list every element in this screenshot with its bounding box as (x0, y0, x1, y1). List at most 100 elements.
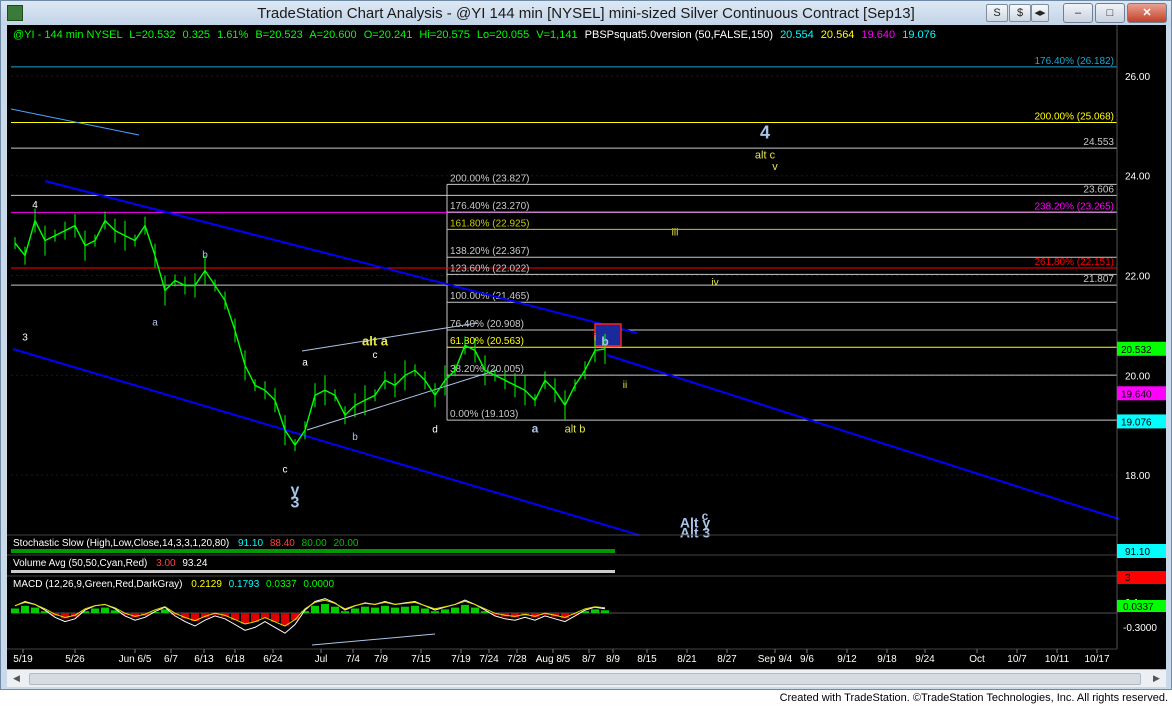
wave-label-10: 3 (291, 495, 300, 512)
s-button[interactable]: S (986, 4, 1008, 22)
time-axis-label-22: 9/12 (837, 654, 857, 665)
price-chart[interactable]: @YI - 144 min NYSEL L=20.532 0.325 1.61%… (7, 25, 1166, 669)
wave-labels: 43baacbdcy3alt aa alt bi biiiiiiv4alt cvAl… (22, 122, 778, 540)
macd-hist-bar-8 (91, 608, 99, 613)
time-axis-label-18: 8/21 (677, 654, 697, 665)
wave-label-4: a (302, 357, 308, 368)
scroll-right-icon[interactable]: ▶ (1149, 671, 1164, 685)
fib-label-4: 238.20% (23.265) (1034, 201, 1114, 212)
fib-label-14: 61.80% (20.563) (450, 336, 524, 347)
title-bar[interactable]: TradeStation Chart Analysis - @YI 144 mi… (1, 1, 1171, 25)
macd-hist-bar-30 (311, 605, 319, 613)
macd-divergence-line (311, 633, 436, 646)
wave-label-8: c (283, 465, 288, 476)
volume-v1: 3.00 (156, 558, 176, 569)
fib-label-3: 23.606 (1083, 184, 1114, 195)
price-axis-tick-2: 22.00 (1125, 272, 1150, 283)
stochastic-band (11, 549, 615, 553)
macd-hist-bar-58 (591, 609, 599, 613)
macd-hist-bar-1 (21, 605, 29, 613)
fib-label-13: 76.40% (20.908) (450, 319, 524, 330)
wave-label-16: ii (623, 380, 627, 391)
time-axis-label-3: 6/7 (164, 654, 178, 665)
wave-label-11: alt a (362, 333, 389, 348)
macd-hist-bar-35 (361, 606, 369, 613)
header-v1: 20.554 (780, 29, 814, 41)
wave-label-24: Alt 3 (680, 524, 711, 540)
stochastic-legend: Stochastic Slow (High,Low,Close,14,3,3,1… (13, 538, 359, 549)
header-high: Hi=20.575 (419, 29, 469, 41)
macd-hist-bar-43 (441, 609, 449, 613)
time-axis-label-0: 5/19 (13, 654, 33, 665)
stochastic-axis-value: 91.10 (1125, 547, 1150, 558)
dollar-button[interactable]: $ (1009, 4, 1031, 22)
header-volume: V=1,141 (536, 29, 577, 41)
wave-label-14: i (594, 332, 596, 343)
wave-label-21: v (772, 161, 778, 173)
macd-v1: 0.2129 (191, 579, 222, 590)
time-axis-label-23: 9/18 (877, 654, 897, 665)
price-axis-tick-1: 20.00 (1125, 371, 1150, 382)
fib-label-7: 200.00% (23.827) (450, 173, 530, 184)
volume-label: Volume Avg (50,50,Cyan,Red) (13, 558, 147, 569)
fib-label-16: 0.00% (19.103) (450, 409, 518, 420)
scroll-left-icon[interactable]: ◀ (9, 671, 24, 685)
macd-hist-bar-38 (391, 607, 399, 613)
header-low: Lo=20.055 (477, 29, 529, 41)
header-bid: B=20.523 (255, 29, 302, 41)
scrollbar-thumb[interactable] (29, 673, 1141, 685)
time-axis-label-19: 8/27 (717, 654, 737, 665)
time-axis-label-17: 8/15 (637, 654, 657, 665)
close-button[interactable]: ✕ (1127, 3, 1167, 23)
wave-label-18: iv (711, 278, 718, 289)
fib-label-10: 138.20% (22.367) (450, 246, 530, 257)
time-axis-label-25: Oct (969, 654, 985, 665)
trend-channel (10, 108, 1120, 536)
macd-axis-lower: -0.3000 (1123, 623, 1157, 634)
wave-label-5: c (373, 350, 378, 361)
macd-hist-bar-44 (451, 607, 459, 613)
price-axis-tick-3: 24.00 (1125, 172, 1150, 183)
macd-label: MACD (12,26,9,Green,Red,DarkGray) (13, 579, 183, 590)
header-change: 0.325 (183, 29, 211, 41)
macd-hist-bar-39 (401, 606, 409, 613)
time-axis-label-4: 6/13 (194, 654, 214, 665)
macd-hist-bar-45 (461, 604, 469, 613)
macd-hist-bar-59 (601, 610, 609, 613)
wave-label-6: b (352, 432, 358, 443)
time-axis-label-11: 7/19 (451, 654, 471, 665)
scroll-toggle-button[interactable]: ◂▸ (1031, 4, 1049, 22)
chart-area[interactable]: @YI - 144 min NYSEL L=20.532 0.325 1.61%… (7, 25, 1166, 669)
header-v2: 20.564 (821, 29, 855, 41)
macd-v4: 0.0000 (303, 579, 334, 590)
time-axis-label-5: 6/18 (225, 654, 245, 665)
grid-lines (11, 75, 1117, 476)
fib-label-2: 24.553 (1083, 137, 1114, 148)
header-symbol: @YI - 144 min NYSEL (13, 29, 122, 41)
last-value-label-2: 19.076 (1121, 417, 1152, 428)
fib-label-8: 176.40% (23.270) (450, 201, 530, 212)
time-axis: 5/19 5/26 Jun 6/5 6/7 6/13 6/18 6/24 Jul 7/4 7/9 7… (13, 649, 1110, 665)
macd-hist-bar-33 (341, 611, 349, 613)
horizontal-scrollbar[interactable]: ◀ ▶ (7, 669, 1166, 687)
time-axis-label-28: 10/17 (1084, 654, 1109, 665)
volume-band (11, 570, 615, 573)
time-axis-label-24: 9/24 (915, 654, 935, 665)
fib-label-9: 161.80% (22.925) (450, 218, 530, 229)
macd-hist-bar-46 (471, 607, 479, 613)
macd-hist-bar-23 (241, 613, 249, 624)
wave-label-19: 4 (760, 122, 770, 142)
time-axis-label-26: 10/7 (1007, 654, 1027, 665)
price-axis-tick-0: 18.00 (1125, 471, 1150, 482)
minimize-button[interactable]: – (1063, 3, 1093, 23)
time-axis-label-6: 6/24 (263, 654, 283, 665)
stochastic-v3: 80.00 (302, 538, 327, 549)
time-axis-label-12: 7/24 (479, 654, 499, 665)
time-axis-label-27: 10/11 (1045, 654, 1070, 665)
wave-label-17: iii (672, 228, 679, 239)
stochastic-label: Stochastic Slow (High,Low,Close,14,3,3,1… (13, 538, 229, 549)
maximize-button[interactable]: □ (1095, 3, 1125, 23)
volume-legend: Volume Avg (50,50,Cyan,Red) 3.00 93.24 (13, 558, 208, 569)
header-last: L=20.532 (129, 29, 175, 41)
macd-axis-value: 0.0337 (1123, 602, 1154, 613)
